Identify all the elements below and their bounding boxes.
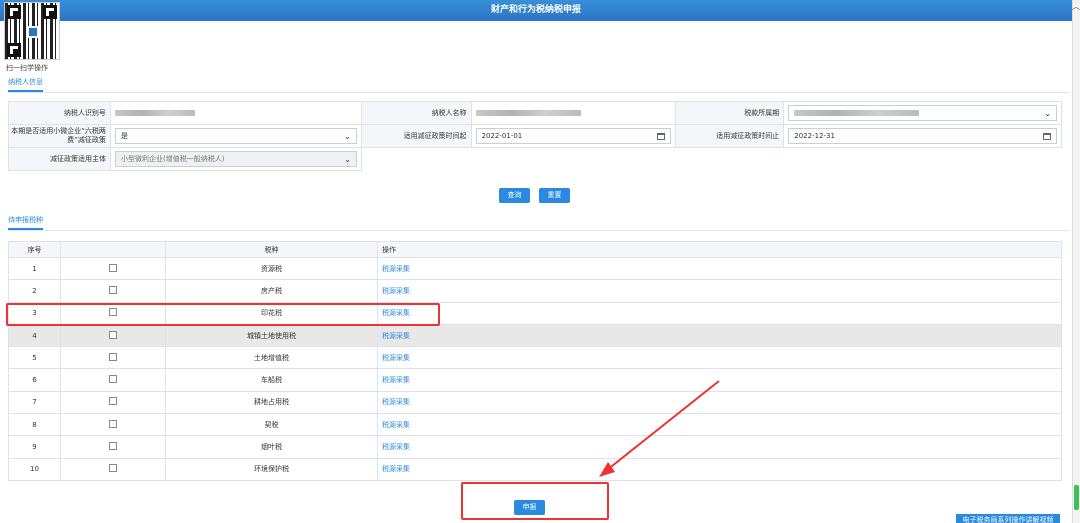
arrow-annotation (599, 380, 720, 477)
declare-button[interactable]: 申报 (514, 500, 545, 515)
help-video-button[interactable]: 电子税务局系列操作讲解视频 (956, 514, 1060, 523)
